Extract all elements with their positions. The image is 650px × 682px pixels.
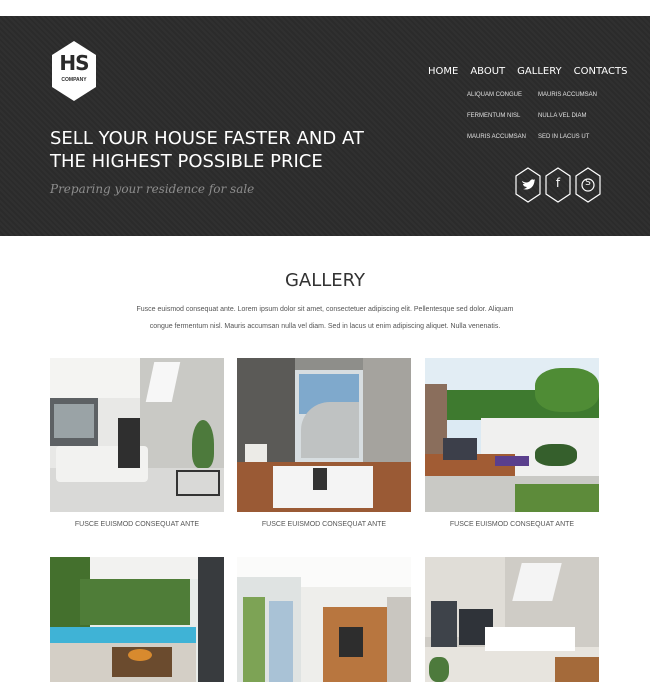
facebook-button[interactable]: f bbox=[544, 166, 572, 204]
gallery-photo-living-room[interactable] bbox=[50, 358, 224, 512]
social-links: f S bbox=[514, 166, 602, 204]
hero-headline-line2: THE HIGHEST POSSIBLE PRICE bbox=[50, 151, 323, 172]
header: HS COMPANY SELL YOUR HOUSE FASTER AND AT… bbox=[0, 16, 650, 236]
hero-tagline: Preparing your residence for sale bbox=[50, 182, 255, 196]
subnav-item[interactable]: NULLA VEL DIAM bbox=[538, 112, 608, 121]
gallery-title: GALLERY bbox=[284, 270, 366, 291]
gallery-item[interactable]: FUSCE EUISMOD CONSEQUAT ANTE bbox=[425, 358, 599, 528]
gallery-item[interactable]: FUSCE EUISMOD CONSEQUAT ANTE bbox=[50, 358, 224, 528]
subnav-item[interactable]: SED IN LACUS UT bbox=[538, 133, 608, 142]
gallery-desc-line2: congue fermentum nisl. Mauris accumsan n… bbox=[149, 323, 501, 330]
subnav-item[interactable]: MAURIS ACCUMSAN bbox=[467, 133, 538, 142]
facebook-icon: f bbox=[555, 176, 561, 190]
gallery-description: Fusce euismod consequat ante. Lorem ipsu… bbox=[125, 301, 525, 335]
nav-home[interactable]: HOME bbox=[428, 66, 458, 77]
gallery-photo-pool[interactable] bbox=[50, 557, 224, 682]
sub-nav: ALIQUAM CONGUE MAURIS ACCUMSAN FERMENTUM… bbox=[467, 91, 617, 142]
gallery-photo-modern-kitchen[interactable] bbox=[425, 557, 599, 682]
subnav-item[interactable]: ALIQUAM CONGUE bbox=[467, 91, 538, 100]
subnav-item[interactable]: FERMENTUM NISL bbox=[467, 112, 538, 121]
nav-contacts[interactable]: CONTACTS bbox=[574, 66, 628, 77]
gallery-item[interactable] bbox=[237, 557, 411, 682]
twitter-button[interactable] bbox=[514, 166, 542, 204]
gallery-caption: FUSCE EUISMOD CONSEQUAT ANTE bbox=[449, 521, 575, 528]
hex-outline bbox=[515, 167, 541, 203]
skype-button[interactable]: S bbox=[574, 166, 602, 204]
subnav-item[interactable]: MAURIS ACCUMSAN bbox=[538, 91, 608, 100]
gallery-photo-kitchen[interactable] bbox=[237, 557, 411, 682]
gallery-photo-concrete-bath[interactable] bbox=[237, 358, 411, 512]
gallery-desc-line1: Fusce euismod consequat ante. Lorem ipsu… bbox=[136, 306, 514, 313]
gallery-item[interactable] bbox=[425, 557, 599, 682]
gallery-caption: FUSCE EUISMOD CONSEQUAT ANTE bbox=[74, 521, 200, 528]
nav-about[interactable]: ABOUT bbox=[470, 66, 505, 77]
logo-letters: HS bbox=[59, 51, 89, 75]
hero-headline: SELL YOUR HOUSE FASTER AND AT THE HIGHES… bbox=[50, 127, 370, 173]
skype-letter: S bbox=[585, 178, 591, 188]
hero-headline-line1: SELL YOUR HOUSE FASTER AND AT bbox=[50, 128, 364, 149]
gallery-photo-patio[interactable] bbox=[425, 358, 599, 512]
main-nav: HOME ABOUT GALLERY CONTACTS bbox=[428, 66, 639, 77]
logo-subtext: COMPANY bbox=[61, 77, 87, 83]
top-strip bbox=[0, 0, 650, 16]
gallery-item[interactable] bbox=[50, 557, 224, 682]
nav-gallery[interactable]: GALLERY bbox=[517, 66, 561, 77]
twitter-icon bbox=[522, 179, 535, 190]
gallery-item[interactable]: FUSCE EUISMOD CONSEQUAT ANTE bbox=[237, 358, 411, 528]
gallery-caption: FUSCE EUISMOD CONSEQUAT ANTE bbox=[261, 521, 387, 528]
logo[interactable]: HS COMPANY bbox=[50, 39, 98, 103]
